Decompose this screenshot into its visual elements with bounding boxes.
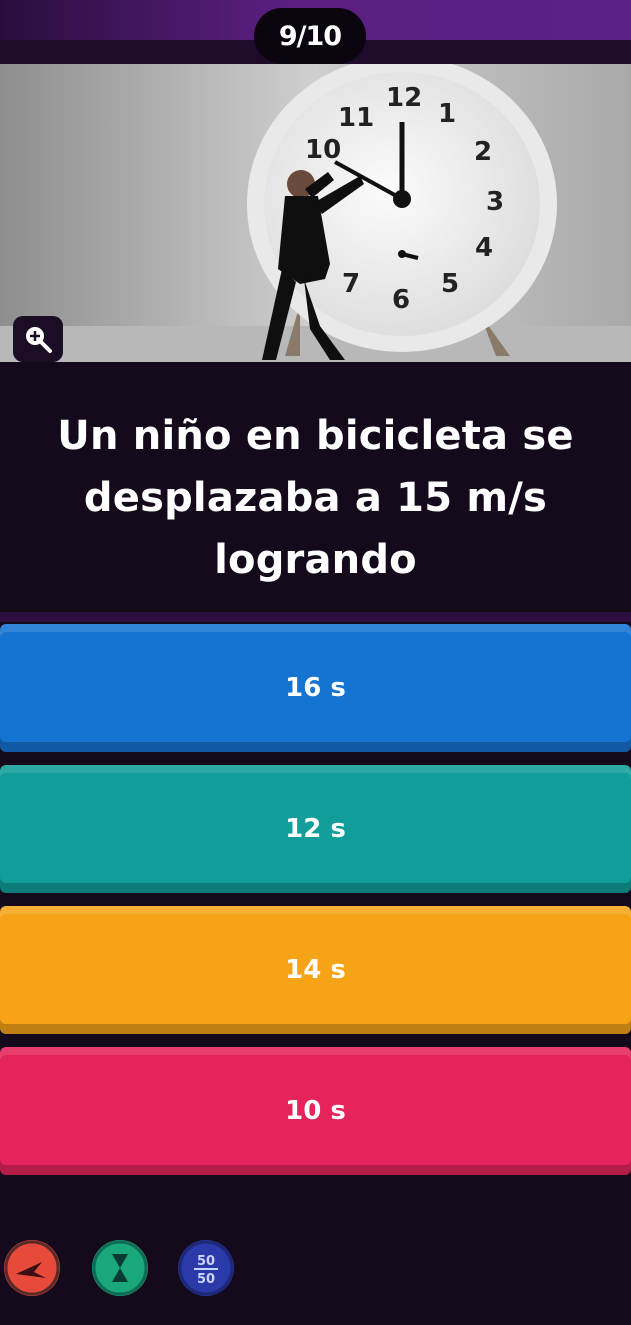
svg-text:2: 2: [474, 137, 492, 167]
question-line-1: Un niño en bicicleta se: [57, 413, 574, 459]
question-line-2: desplazaba a 15 m/s: [83, 475, 548, 521]
question-image[interactable]: 12 1 2 3 4 5 6 7 10 11: [0, 64, 631, 362]
answer-option-4[interactable]: 10 s: [0, 1047, 631, 1175]
powerup-fifty-fifty-button[interactable]: 50 50: [178, 1240, 234, 1296]
answer-label: 16 s: [285, 673, 346, 703]
svg-text:6: 6: [392, 285, 410, 315]
svg-text:7: 7: [342, 269, 360, 299]
answer-label: 10 s: [285, 1096, 346, 1126]
arrow-icon: [4, 1240, 60, 1296]
svg-text:11: 11: [338, 103, 374, 133]
svg-text:3: 3: [486, 187, 504, 217]
svg-text:5: 5: [441, 269, 459, 299]
clock-photo-icon: 12 1 2 3 4 5 6 7 10 11: [0, 64, 631, 362]
powerups-bar: 50 50: [0, 1240, 631, 1310]
svg-text:4: 4: [475, 233, 493, 263]
answer-option-3[interactable]: 14 s: [0, 906, 631, 1034]
answer-label: 14 s: [285, 955, 346, 985]
powerup-timer-button[interactable]: [92, 1240, 148, 1296]
answer-option-1[interactable]: 16 s: [0, 624, 631, 752]
fifty-fifty-icon: 50 50: [178, 1240, 234, 1296]
svg-text:10: 10: [305, 135, 341, 165]
section-divider: [0, 612, 631, 622]
zoom-in-icon: [26, 327, 52, 353]
answer-option-2[interactable]: 12 s: [0, 765, 631, 893]
answer-label: 12 s: [285, 814, 346, 844]
question-line-3: logrando: [214, 537, 417, 583]
question-text: Un niño en bicicleta se desplazaba a 15 …: [30, 405, 601, 591]
fifty-top-label: 50: [197, 1254, 215, 1269]
svg-text:1: 1: [438, 99, 456, 129]
powerup-streak-button[interactable]: [4, 1240, 60, 1296]
fifty-bottom-label: 50: [197, 1272, 215, 1287]
hourglass-icon: [92, 1240, 148, 1296]
svg-text:12: 12: [386, 83, 422, 113]
question-progress: 9/10: [254, 8, 366, 64]
zoom-button[interactable]: [13, 316, 63, 362]
